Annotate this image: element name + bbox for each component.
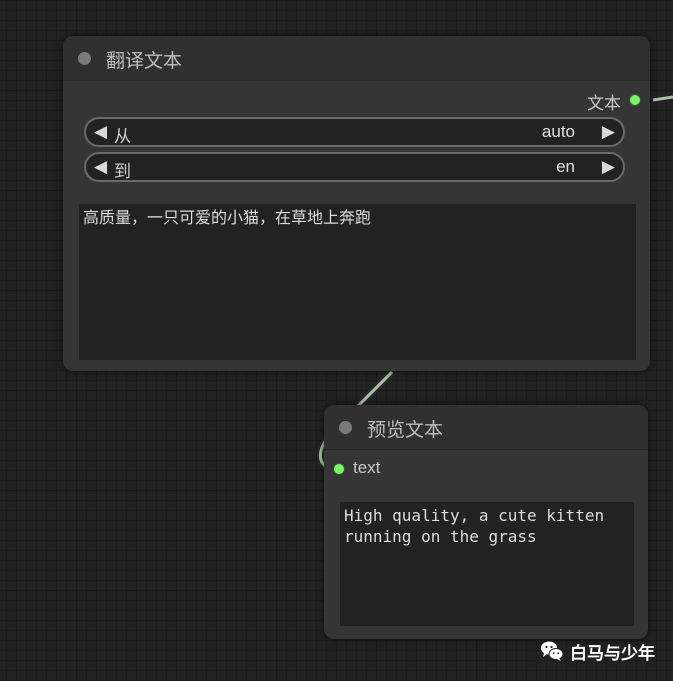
input-slot-connector[interactable]	[333, 463, 345, 475]
combo-label: 从	[114, 127, 131, 147]
from-language-combo[interactable]: ◀ 从 auto ▶	[84, 117, 625, 147]
output-slot-label: 文本	[587, 94, 621, 114]
wechat-icon	[541, 641, 564, 661]
combo-value: auto	[541, 122, 575, 141]
link-right-stub	[652, 95, 673, 102]
node-header[interactable]: 预览文本	[324, 405, 648, 450]
watermark: 白马与少年	[540, 639, 655, 664]
decrement-arrow-icon[interactable]: ◀	[94, 157, 107, 177]
input-slot-label: text	[353, 458, 381, 477]
node-title: 预览文本	[367, 419, 444, 441]
preview-text-node[interactable]: 预览文本 text High quality, a cute kitten ru…	[324, 405, 648, 639]
watermark-text: 白马与少年	[570, 643, 655, 664]
node-title: 翻译文本	[106, 50, 183, 72]
combo-label: 到	[114, 162, 131, 182]
translate-text-node[interactable]: 翻译文本 文本 ◀ 从 auto ▶ ◀ 到 en ▶ 高质量，一只可爱的小猫，…	[63, 36, 650, 371]
decrement-arrow-icon[interactable]: ◀	[94, 122, 107, 142]
source-text-area[interactable]: 高质量，一只可爱的小猫，在草地上奔跑	[79, 204, 636, 360]
increment-arrow-icon[interactable]: ▶	[602, 157, 615, 177]
preview-text-area[interactable]: High quality, a cute kitten running on t…	[340, 502, 634, 626]
node-header[interactable]: 翻译文本	[63, 36, 650, 81]
increment-arrow-icon[interactable]: ▶	[602, 122, 615, 142]
combo-value: en	[556, 157, 575, 176]
node-collapse-dot[interactable]	[339, 421, 352, 434]
to-language-combo[interactable]: ◀ 到 en ▶	[84, 152, 625, 182]
node-collapse-dot[interactable]	[78, 52, 91, 65]
output-slot-connector[interactable]	[629, 94, 641, 106]
